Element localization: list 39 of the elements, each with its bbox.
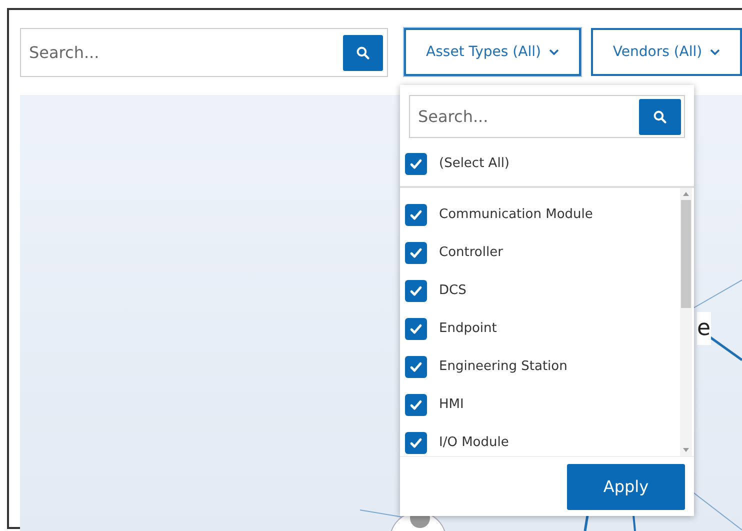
check-icon	[409, 156, 423, 170]
option-label[interactable]: Controller	[439, 243, 503, 263]
check-icon	[409, 322, 423, 336]
apply-button[interactable]: Apply	[567, 464, 685, 510]
search-button[interactable]	[639, 98, 681, 134]
search-field[interactable]: Search...	[29, 40, 343, 64]
check-icon	[409, 246, 423, 260]
search-field[interactable]: Search...	[418, 104, 639, 128]
option-label[interactable]: Engineering Station	[439, 357, 568, 377]
check-icon	[409, 284, 423, 298]
check-icon	[409, 436, 423, 450]
node-label: e	[697, 312, 711, 345]
check-icon	[409, 398, 423, 412]
check-icon	[409, 208, 423, 222]
checkbox[interactable]	[405, 152, 427, 174]
option-label[interactable]: HMI	[439, 395, 464, 415]
caret-icon	[548, 49, 559, 55]
checkbox[interactable]	[405, 318, 427, 340]
filter-dropdown[interactable]: Asset Types (All)	[404, 28, 581, 76]
search-button[interactable]	[343, 34, 383, 70]
filter-dropdown[interactable]: Vendors (All)	[591, 28, 742, 76]
checkbox[interactable]	[405, 356, 427, 378]
search-box[interactable]: Search...	[20, 28, 388, 77]
search-icon	[356, 46, 370, 60]
option-label[interactable]: I/O Module	[439, 433, 509, 453]
option-label[interactable]: Communication Module	[439, 205, 593, 225]
search-icon	[653, 110, 667, 124]
checkbox[interactable]	[405, 242, 427, 264]
checkbox[interactable]	[405, 432, 427, 454]
caret-icon	[710, 49, 720, 55]
scrollbar[interactable]	[680, 188, 692, 456]
option-label[interactable]: Endpoint	[439, 319, 497, 339]
option-label[interactable]: DCS	[439, 281, 466, 301]
option-label[interactable]: (Select All)	[439, 154, 510, 174]
checkbox[interactable]	[405, 280, 427, 302]
check-icon	[409, 360, 423, 374]
checkbox[interactable]	[405, 394, 427, 416]
search-box[interactable]: Search...	[409, 95, 685, 138]
checkbox[interactable]	[405, 204, 427, 226]
